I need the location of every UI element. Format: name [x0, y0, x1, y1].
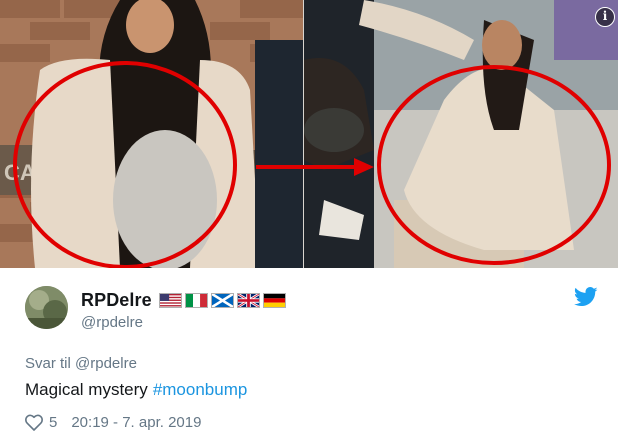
tweet-timestamp[interactable]: 20:19 - 7. apr. 2019: [71, 414, 201, 431]
author-handle[interactable]: @rpdelre: [81, 314, 143, 331]
tweet-text: Magical mystery #moonbump: [25, 380, 247, 400]
arrow-graphic: [256, 158, 374, 176]
flag-emoji-group: [158, 292, 286, 308]
tweet-text-body: Magical mystery: [25, 380, 148, 399]
info-icon[interactable]: i: [595, 7, 615, 27]
germany-flag-icon: [262, 292, 286, 308]
photo-left-image: CATIO RE: [0, 0, 303, 268]
uk-flag-icon: [236, 292, 260, 308]
avatar[interactable]: [25, 286, 68, 329]
photo-left[interactable]: CATIO RE: [0, 0, 303, 268]
us-flag-icon: [158, 292, 182, 308]
reply-context: Svar til @rpdelre: [25, 355, 137, 372]
photo-right[interactable]: i: [304, 0, 618, 268]
twitter-bird-icon[interactable]: [574, 287, 598, 307]
reply-handle-link[interactable]: @rpdelre: [75, 355, 137, 372]
photo-right-image: [304, 0, 618, 268]
scotland-flag-icon: [210, 292, 234, 308]
hashtag-link[interactable]: #moonbump: [153, 380, 248, 400]
avatar-image: [25, 286, 68, 329]
heart-icon[interactable]: [25, 414, 43, 431]
italy-flag-icon: [184, 292, 208, 308]
like-count: 5: [49, 413, 58, 431]
author-display-name[interactable]: RPDelre: [81, 290, 152, 311]
tweet-footer: 5 20:19 - 7. apr. 2019: [25, 412, 201, 432]
annotation-arrow: [256, 156, 376, 178]
tweet-media[interactable]: CATIO RE i: [0, 0, 618, 268]
author-name-row: RPDelre: [81, 289, 286, 311]
reply-prefix: Svar til: [25, 355, 71, 372]
